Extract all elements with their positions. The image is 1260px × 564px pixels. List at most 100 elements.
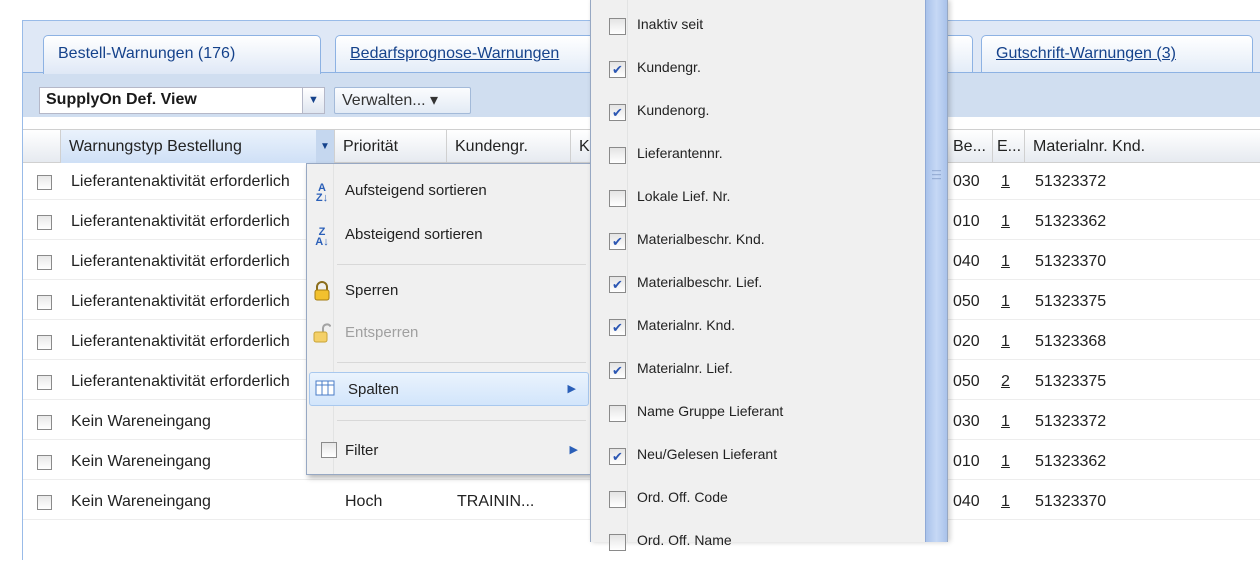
cell-warning-type: Lieferantenaktivität erforderlich	[71, 213, 290, 230]
row-checkbox[interactable]	[37, 175, 52, 190]
menu-item-sort-ascending[interactable]: A Z↓ Aufsteigend sortieren	[307, 174, 590, 208]
column-option[interactable]: ✔ Materialbeschr. Knd.	[591, 219, 925, 263]
header-label: Kundengr.	[455, 138, 528, 155]
lock-icon	[312, 281, 332, 301]
column-option[interactable]: Inaktiv seit	[591, 4, 925, 48]
column-option-label: Materialbeschr. Knd.	[637, 231, 765, 247]
columns-icon	[315, 380, 335, 400]
header-be[interactable]: Be...	[949, 130, 993, 163]
menu-item-columns[interactable]: Spalten ▶	[309, 372, 589, 406]
column-option[interactable]: ✔ Materialnr. Lief.	[591, 348, 925, 392]
tab-order-warnings[interactable]: Bestell-Warnungen (176)	[43, 35, 321, 74]
column-checkbox[interactable]: ✔	[609, 448, 626, 465]
menu-item-label: Sperren	[345, 282, 399, 299]
cell-e-link[interactable]: 1	[993, 485, 1025, 519]
column-option-label: Ord. Off. Name	[637, 532, 732, 548]
column-option[interactable]: Lokale Lief. Nr.	[591, 176, 925, 220]
column-checkbox[interactable]: ✔	[609, 362, 626, 379]
header-warning-type[interactable]: Warnungstyp Bestellung ▼	[61, 130, 335, 163]
cell-be: 030	[953, 413, 980, 430]
row-checkbox[interactable]	[37, 335, 52, 350]
cell-e-link[interactable]: 1	[993, 165, 1025, 199]
manage-views-button[interactable]: Verwalten... ▾	[334, 87, 471, 114]
filter-checkbox[interactable]	[321, 442, 337, 458]
cell-warning-type: Lieferantenaktivität erforderlich	[71, 293, 290, 310]
cell-be: 050	[953, 373, 980, 390]
menu-separator	[337, 264, 586, 265]
submenu-scrollbar[interactable]: — — —	[925, 0, 947, 542]
column-checkbox[interactable]	[609, 190, 626, 207]
tab-credit-warnings[interactable]: Gutschrift-Warnungen (3)	[981, 35, 1253, 73]
menu-item-label: Filter	[345, 442, 379, 459]
column-option-label: Kundenorg.	[637, 102, 710, 118]
tab-label: Bestell-Warnungen (176)	[58, 45, 236, 62]
column-checkbox[interactable]: ✔	[609, 319, 626, 336]
column-checkbox[interactable]: ✔	[609, 61, 626, 78]
column-option-label: Materialnr. Lief.	[637, 360, 733, 376]
column-option[interactable]: Lieferantennr.	[591, 133, 925, 177]
chevron-down-icon[interactable]: ▼	[302, 88, 324, 113]
column-checkbox[interactable]	[609, 491, 626, 508]
column-checkbox[interactable]	[609, 18, 626, 35]
cell-warning-type: Lieferantenaktivität erforderlich	[71, 373, 290, 390]
column-option[interactable]: Ord. Off. Name	[591, 520, 925, 564]
column-option-label: Materialnr. Knd.	[637, 317, 736, 333]
row-checkbox[interactable]	[37, 295, 52, 310]
cell-e-link[interactable]: 1	[993, 445, 1025, 479]
cell-warning-type: Lieferantenaktivität erforderlich	[71, 173, 290, 190]
header-menu-trigger-icon[interactable]: ▼	[316, 130, 334, 163]
menu-item-lock[interactable]: Sperren	[307, 274, 590, 308]
column-option[interactable]: ✔ Kundenorg.	[591, 90, 925, 134]
column-checkbox[interactable]	[609, 534, 626, 551]
view-select-value: SupplyOn Def. View	[46, 91, 197, 108]
column-option-label: Ord. Off. Code	[637, 489, 728, 505]
header-customer-group[interactable]: Kundengr.	[447, 130, 571, 163]
menu-item-unlock: Entsperren	[307, 316, 590, 350]
row-checkbox[interactable]	[37, 415, 52, 430]
header-priority[interactable]: Priorität	[335, 130, 447, 163]
cell-material-customer: 51323362	[1035, 453, 1107, 470]
unlock-icon	[312, 323, 332, 343]
cell-be: 030	[953, 173, 980, 190]
row-checkbox[interactable]	[37, 455, 52, 470]
cell-e-link[interactable]: 1	[993, 205, 1025, 239]
column-option[interactable]: Ord. Off. Code	[591, 477, 925, 521]
column-option[interactable]: ✔ Materialnr. Knd.	[591, 305, 925, 349]
cell-e-link[interactable]: 1	[993, 285, 1025, 319]
cell-e-link[interactable]: 1	[993, 245, 1025, 279]
column-checkbox[interactable]: ✔	[609, 233, 626, 250]
menu-item-sort-descending[interactable]: Z A↓ Absteigend sortieren	[307, 218, 590, 252]
menu-item-filter[interactable]: Filter ▶	[307, 434, 590, 468]
cell-warning-type: Kein Wareneingang	[71, 493, 211, 510]
cell-warning-type: Lieferantenaktivität erforderlich	[71, 333, 290, 350]
menu-item-label: Aufsteigend sortieren	[345, 182, 487, 199]
row-checkbox[interactable]	[37, 255, 52, 270]
header-material-customer[interactable]: Materialnr. Knd.	[1025, 130, 1260, 163]
row-checkbox[interactable]	[37, 375, 52, 390]
menu-separator	[337, 420, 586, 421]
column-option[interactable]: Name Gruppe Lieferant	[591, 391, 925, 435]
view-select[interactable]: SupplyOn Def. View ▼	[39, 87, 325, 114]
header-select-column	[23, 130, 61, 163]
sort-descending-icon: Z A↓	[315, 226, 329, 248]
column-option[interactable]: ✔ Neu/Gelesen Lieferant	[591, 434, 925, 478]
column-option[interactable]: ✔ Kundengr.	[591, 47, 925, 91]
header-e[interactable]: E...	[993, 130, 1025, 163]
cell-e-link[interactable]: 1	[993, 325, 1025, 359]
cell-material-customer: 51323375	[1035, 373, 1107, 390]
row-checkbox[interactable]	[37, 495, 52, 510]
cell-e-link[interactable]: 2	[993, 365, 1025, 399]
column-option-label: Neu/Gelesen Lieferant	[637, 446, 778, 462]
cell-material-customer: 51323370	[1035, 253, 1107, 270]
scroll-grip-icon: — — —	[932, 165, 941, 183]
cell-be: 020	[953, 333, 980, 350]
column-option[interactable]: ✔ Materialbeschr. Lief.	[591, 262, 925, 306]
column-checkbox[interactable]: ✔	[609, 104, 626, 121]
column-checkbox[interactable]: ✔	[609, 276, 626, 293]
cell-e-link[interactable]: 1	[993, 405, 1025, 439]
row-checkbox[interactable]	[37, 215, 52, 230]
column-checkbox[interactable]	[609, 405, 626, 422]
tab-forecast-warnings[interactable]: Bedarfsprognose-Warnungen	[335, 35, 613, 73]
cell-material-customer: 51323368	[1035, 333, 1107, 350]
column-checkbox[interactable]	[609, 147, 626, 164]
